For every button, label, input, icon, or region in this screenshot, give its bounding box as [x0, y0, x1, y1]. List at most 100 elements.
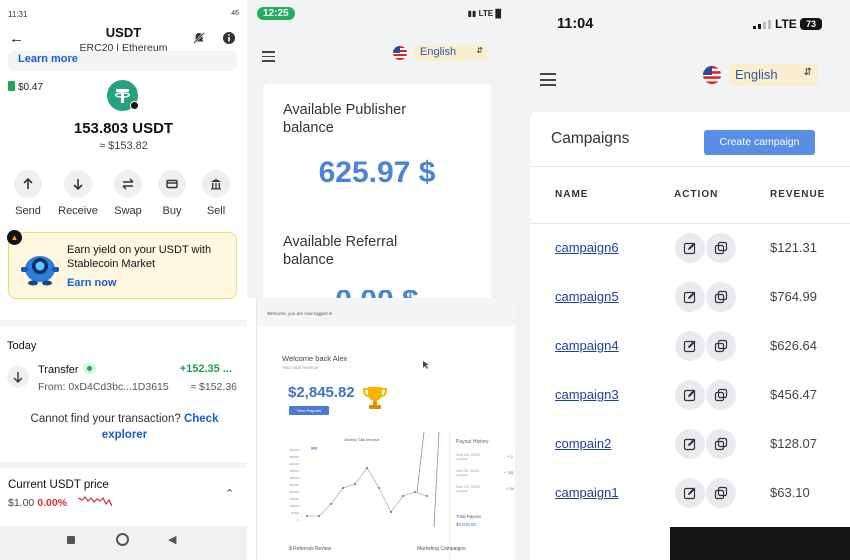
back-nav-button[interactable]: ◀: [168, 533, 176, 546]
y-tick-label: 300,000: [290, 476, 300, 480]
dashboard-screen: Welcome, you are now logged in Welcome b…: [256, 298, 515, 560]
campaign-name-link[interactable]: campaign4: [555, 338, 619, 353]
duplicate-button[interactable]: [706, 380, 736, 410]
promo-banner[interactable]: ▲ Earn yield on your USDT with Stablecoi…: [7, 230, 237, 299]
gas-fee: $0.47: [8, 81, 43, 93]
bank-icon: [210, 179, 222, 190]
sell-button[interactable]: Sell: [192, 170, 240, 217]
incoming-arrow-icon: [7, 366, 29, 388]
language-value: English: [735, 67, 778, 82]
section-divider: [0, 320, 247, 326]
info-icon[interactable]: [222, 31, 236, 45]
edit-button[interactable]: [675, 380, 705, 410]
copy-icon: [714, 290, 728, 304]
payout-status: Available: [456, 489, 469, 493]
duplicate-button[interactable]: [706, 331, 736, 361]
arrow-up-icon: [23, 177, 33, 189]
notification-off-icon[interactable]: [192, 31, 206, 45]
network-indicator: ▮▮ LTE █: [467, 9, 501, 18]
duplicate-button[interactable]: [706, 429, 736, 459]
balance-card: Available Publisher balance 625.97 $ Ava…: [263, 84, 491, 298]
today-heading: Today: [7, 340, 37, 352]
hamburger-menu-icon[interactable]: [262, 51, 275, 65]
send-button[interactable]: Send: [4, 170, 52, 217]
chart-title: Monthly Total rev.enue: [345, 438, 380, 442]
y-tick-label: 500,000: [290, 448, 300, 452]
select-arrows-icon: ⇵: [803, 67, 812, 78]
campaigns-screen: 11:04 LTE 73 English ⇵ Campaigns Create …: [515, 0, 850, 560]
y-tick-label: 200,000: [290, 490, 300, 494]
edit-button[interactable]: [675, 429, 705, 459]
create-campaign-button[interactable]: Create campaign: [704, 130, 815, 155]
transaction-type: Transfer: [38, 364, 79, 376]
fiat-balance: ≈ $153.82: [99, 140, 148, 152]
edit-button[interactable]: [675, 282, 705, 312]
edit-button[interactable]: [675, 233, 705, 263]
payout-status: Available: [456, 457, 469, 461]
network-type: LTE: [775, 17, 797, 31]
copy-icon: [714, 339, 728, 353]
total-payout-label: Total Payout: [456, 514, 481, 519]
us-flag-icon: [703, 66, 721, 84]
cursor-icon: [423, 361, 429, 369]
column-header-name: NAME: [555, 189, 589, 200]
payout-amount: + 251: [503, 470, 514, 475]
dashboard-topbar: Welcome, you are now logged in: [257, 298, 515, 326]
y-tick-label: 100,000: [290, 504, 300, 508]
duplicate-button[interactable]: [706, 478, 736, 508]
payout-history-title: Payout History: [456, 439, 489, 445]
battery-indicator: 73: [800, 18, 822, 30]
edit-icon: [683, 291, 696, 304]
duplicate-button[interactable]: [706, 233, 736, 263]
edit-button[interactable]: [675, 478, 705, 508]
earn-now-link[interactable]: Earn now: [67, 277, 117, 289]
page-title: USDT: [105, 25, 142, 40]
swap-button[interactable]: Swap: [104, 170, 152, 217]
y-tick-label: 0: [298, 518, 300, 522]
campaign-name-link[interactable]: campaign5: [555, 289, 619, 304]
robot-mascot-icon: [21, 256, 59, 286]
card-icon: [166, 179, 178, 189]
payout-status: Available: [456, 473, 469, 477]
send-label: Send: [15, 205, 41, 217]
campaigns-title: Campaigns: [551, 130, 630, 147]
copy-icon: [714, 388, 728, 402]
payout-history: Payout History Sep 06, 2024 Available + …: [449, 432, 515, 560]
home-button[interactable]: [116, 533, 129, 546]
transaction-amount: +152.35 ...: [179, 363, 232, 375]
language-select[interactable]: English ⇵: [729, 64, 818, 86]
chevron-up-icon[interactable]: ⌃: [225, 487, 234, 500]
explorer-hint: Cannot find your transaction? Check expl…: [12, 411, 237, 443]
campaign-revenue: $128.07: [770, 436, 817, 451]
receive-button[interactable]: Receive: [54, 170, 102, 217]
campaign-name-link[interactable]: compain2: [555, 436, 611, 451]
ethereum-badge-icon: [130, 101, 139, 110]
view-payouts-button[interactable]: View Payouts: [289, 406, 329, 415]
buy-label: Buy: [162, 205, 182, 217]
campaign-revenue: $456.47: [770, 387, 817, 402]
status-time: 11:04: [557, 16, 594, 32]
language-select[interactable]: English ⇵: [415, 45, 487, 61]
y-tick-label: 350,000: [290, 469, 300, 473]
duplicate-button[interactable]: [706, 282, 736, 312]
campaign-name-link[interactable]: campaign1: [555, 485, 619, 500]
hamburger-menu-icon[interactable]: [540, 73, 556, 90]
transaction-title[interactable]: Transfer: [38, 363, 96, 376]
y-tick-label: 150,000: [290, 497, 300, 501]
edit-button[interactable]: [675, 331, 705, 361]
transaction-fiat: ≈ $152.36: [190, 381, 237, 393]
status-bar: 11:31 46: [0, 0, 247, 24]
buy-button[interactable]: Buy: [148, 170, 196, 217]
status-time: 11:31: [8, 10, 28, 19]
learn-more-link[interactable]: Learn more: [8, 51, 237, 71]
recents-button[interactable]: [67, 536, 75, 544]
explorer-hint-text: Cannot find your transaction?: [30, 413, 181, 425]
sell-label: Sell: [206, 205, 226, 217]
campaign-name-link[interactable]: campaign6: [555, 240, 619, 255]
y-tick-label: 50,000: [291, 511, 299, 515]
welcome-subtitle: Your total revenue: [282, 365, 319, 370]
receive-label: Receive: [58, 205, 98, 217]
campaign-name-link[interactable]: campaign3: [555, 387, 619, 402]
overlay-bar: [670, 527, 850, 560]
battery-indicator: 46: [231, 10, 239, 17]
